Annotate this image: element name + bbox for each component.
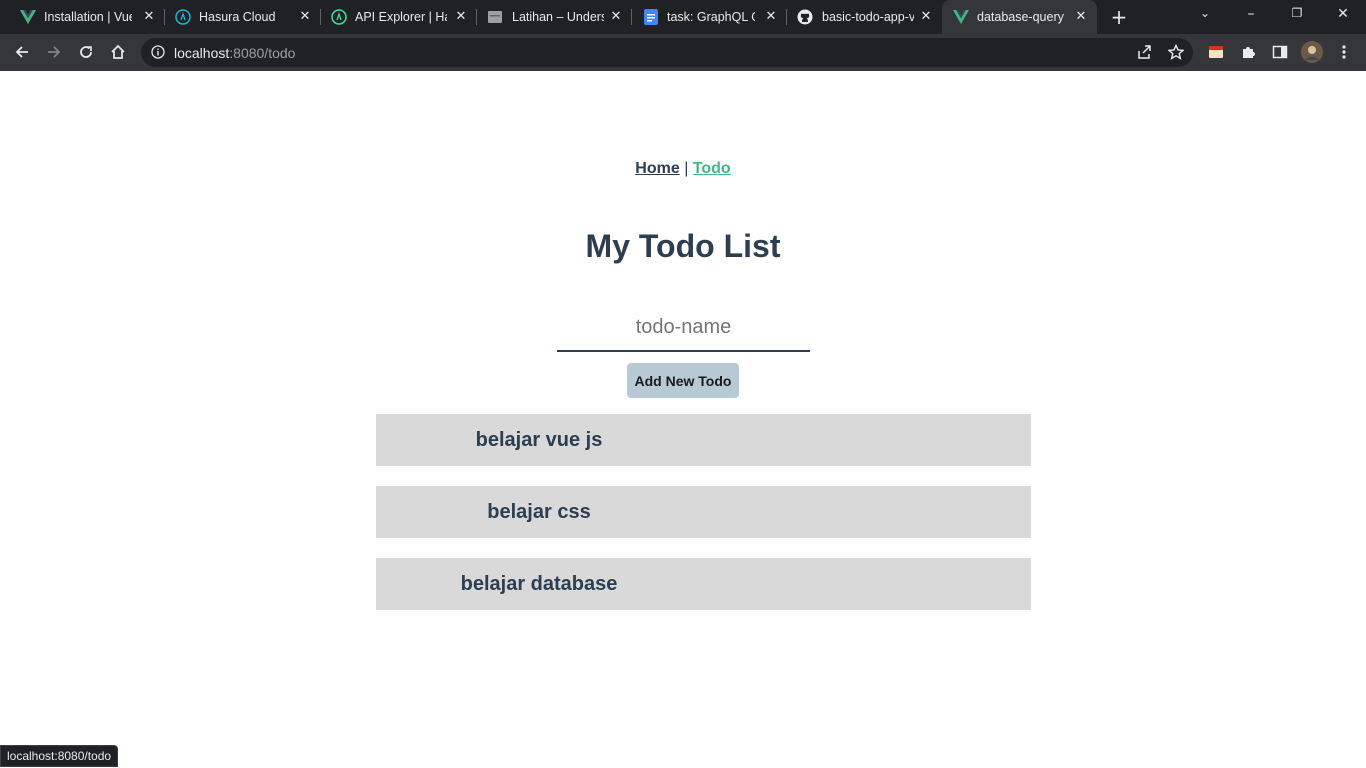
info-icon[interactable] — [151, 45, 165, 59]
restore-icon[interactable]: ❐ — [1285, 6, 1309, 26]
browser-tab-strip: Installation | Vue ✕ Hasura Cloud ✕ API … — [0, 0, 1366, 34]
docs-icon — [643, 9, 659, 25]
nav-link-home[interactable]: Home — [635, 160, 679, 177]
close-icon[interactable]: ✕ — [141, 9, 157, 25]
tab-title: Latihan – Unders — [512, 10, 604, 24]
todo-item[interactable]: belajar vue js — [376, 414, 1031, 466]
close-icon[interactable]: ✕ — [297, 9, 313, 25]
close-icon[interactable]: ✕ — [453, 9, 469, 25]
extension-icon[interactable] — [1207, 43, 1225, 61]
browser-tab[interactable]: basic-todo-app-v ✕ — [787, 0, 942, 34]
tab-title: Hasura Cloud — [199, 10, 276, 24]
forward-button[interactable] — [44, 42, 64, 62]
hasura-logo-icon — [331, 9, 347, 25]
browser-tab[interactable]: Latihan – Unders ✕ — [477, 0, 632, 34]
hasura-logo-icon — [175, 9, 191, 25]
forward-arrow-icon — [48, 46, 61, 58]
close-icon[interactable]: ✕ — [608, 9, 624, 25]
reload-button[interactable] — [76, 42, 96, 62]
close-window-icon[interactable]: ✕ — [1331, 6, 1355, 26]
browser-tab-active[interactable]: database-query ✕ — [942, 0, 1097, 34]
close-icon[interactable]: ✕ — [918, 9, 934, 25]
tab-search-icon[interactable]: ⌄ — [1193, 6, 1217, 26]
tab-title: Installation | Vue — [44, 10, 132, 24]
back-arrow-icon — [15, 46, 28, 58]
minimize-icon[interactable]: – — [1239, 6, 1263, 26]
side-panel-icon[interactable] — [1271, 43, 1289, 61]
url-host: localhost — [174, 45, 230, 61]
address-bar[interactable]: localhost:8080/todo — [141, 38, 1193, 67]
app-nav: Home | Todo — [0, 160, 1366, 178]
share-icon[interactable] — [1135, 43, 1153, 61]
new-tab-button[interactable]: + — [1110, 7, 1128, 27]
page-content: Home | Todo My Todo List Add New Todo be… — [0, 71, 1366, 768]
status-bar-url: localhost:8080/todo — [0, 745, 119, 767]
tab-title: database-query — [977, 10, 1064, 24]
todo-item[interactable]: belajar database — [376, 558, 1031, 610]
nav-separator: | — [684, 160, 689, 177]
browser-tab[interactable]: task: GraphQL Q ✕ — [632, 0, 787, 34]
profile-avatar-icon[interactable] — [1301, 41, 1323, 63]
home-button[interactable] — [108, 42, 128, 62]
tab-title: API Explorer | Ha — [355, 10, 447, 24]
page-title: My Todo List — [585, 228, 781, 264]
url-path: :8080/todo — [229, 45, 296, 61]
todo-item-label: belajar css — [487, 501, 591, 523]
github-icon — [797, 9, 813, 25]
browser-toolbar: localhost:8080/todo — [0, 34, 1366, 71]
browser-tab[interactable]: Installation | Vue ✕ — [0, 0, 165, 34]
nav-link-todo[interactable]: Todo — [693, 160, 731, 177]
vue-logo-icon — [953, 9, 969, 25]
bookmark-star-icon[interactable] — [1167, 43, 1185, 61]
browser-tab[interactable]: Hasura Cloud ✕ — [165, 0, 321, 34]
vue-logo-icon — [20, 9, 36, 25]
todo-item-label: belajar database — [460, 573, 618, 595]
browser-tab[interactable]: API Explorer | Ha ✕ — [321, 0, 477, 34]
close-icon[interactable]: ✕ — [763, 9, 779, 25]
back-button[interactable] — [12, 42, 32, 62]
reload-icon — [80, 46, 92, 58]
add-new-todo-button[interactable]: Add New Todo — [627, 363, 739, 398]
tab-title: basic-todo-app-v — [822, 10, 914, 24]
page-icon — [487, 9, 503, 25]
url-text: localhost:8080/todo — [174, 45, 295, 61]
extensions-puzzle-icon[interactable] — [1239, 43, 1257, 61]
todo-name-input[interactable] — [557, 305, 810, 352]
home-icon — [111, 44, 125, 59]
todo-item[interactable]: belajar css — [376, 486, 1031, 538]
tab-title: task: GraphQL Q — [667, 10, 755, 24]
more-menu-icon[interactable] — [1335, 43, 1353, 61]
todo-item-label: belajar vue js — [475, 429, 603, 451]
close-icon[interactable]: ✕ — [1073, 9, 1089, 25]
